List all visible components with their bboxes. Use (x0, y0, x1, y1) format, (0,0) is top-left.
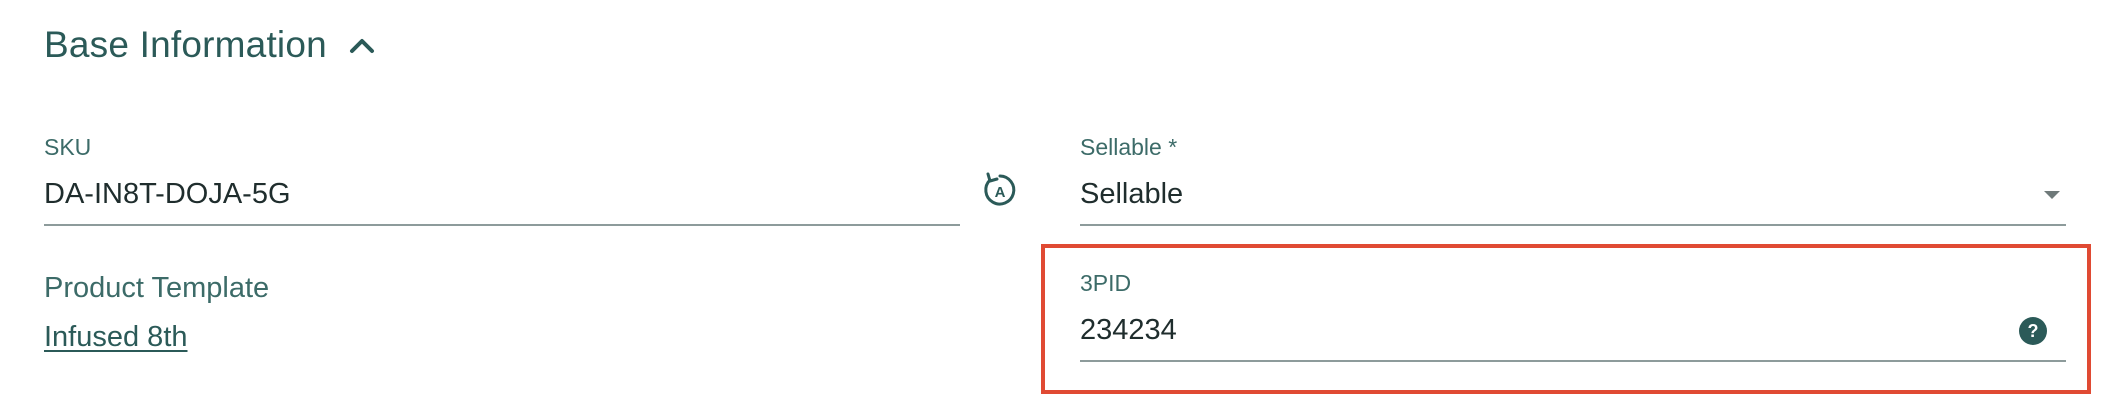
sellable-label: Sellable * (1080, 134, 1178, 160)
sku-input[interactable]: DA-IN8T-DOJA-5G (44, 180, 291, 209)
product-template: Product Template Infused 8th (44, 274, 269, 352)
sellable-value: Sellable (1080, 178, 1184, 210)
caret-down-icon[interactable] (2042, 188, 2062, 200)
auto-regenerate-icon[interactable]: A (980, 170, 1020, 210)
svg-text:A: A (995, 184, 1006, 201)
sellable-select[interactable]: Sellable * Sellable (1080, 136, 2066, 226)
help-circle-icon[interactable]: ? (2018, 316, 2048, 346)
product-template-label: Product Template (44, 272, 270, 304)
sku-label: SKU (44, 134, 92, 160)
sku-underline (44, 224, 960, 226)
threepid-field[interactable]: 3PID 234234 ? (1080, 272, 2066, 362)
threepid-underline (1080, 360, 2066, 362)
product-template-link[interactable]: Infused 8th (44, 323, 188, 352)
chevron-up-icon[interactable] (347, 30, 377, 60)
section-title: Base Information (44, 24, 327, 65)
base-information-header[interactable]: Base Information (44, 18, 377, 72)
threepid-input[interactable]: 234234 (1080, 316, 1177, 345)
threepid-label: 3PID (1080, 270, 1132, 296)
sku-field[interactable]: SKU DA-IN8T-DOJA-5G (44, 136, 960, 226)
svg-text:?: ? (2028, 321, 2039, 341)
sellable-underline (1080, 224, 2066, 226)
